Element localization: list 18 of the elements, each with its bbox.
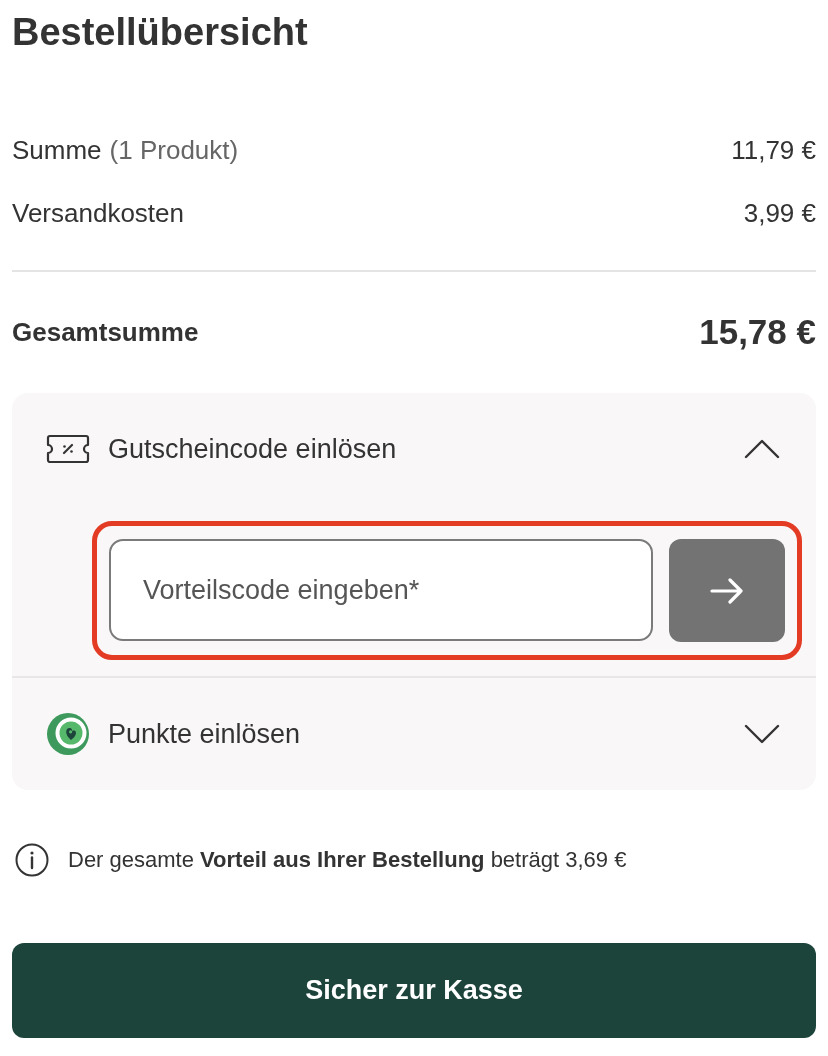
summary-label: Versandkosten <box>12 197 184 230</box>
item-count-note: (1 Produkt) <box>109 134 239 167</box>
info-icon <box>15 843 49 877</box>
accordion-header[interactable]: Gutscheincode einlösen <box>12 393 816 505</box>
submit-code-button[interactable] <box>669 539 785 642</box>
summary-amount: 11,79 € <box>731 134 816 167</box>
points-logo-icon <box>46 712 90 756</box>
accordion-header[interactable]: Punkte einlösen <box>12 678 816 790</box>
info-text: Der gesamte Vorteil aus Ihrer Bestellung beträgt 3,69 € <box>68 846 627 874</box>
page-title: Bestellübersicht <box>12 10 309 55</box>
summary-label: Summe <box>12 134 102 167</box>
total-amount: 15,78 € <box>699 311 816 353</box>
arrow-right-icon <box>710 577 744 604</box>
ticket-percent-icon <box>46 434 90 464</box>
total-label: Gesamtsumme <box>12 316 199 349</box>
checkout-button[interactable]: Sicher zur Kasse <box>12 943 816 1038</box>
summary-amount: 3,99 € <box>743 197 816 230</box>
voucher-code-field[interactable]: Vorteilscode eingeben* <box>109 539 653 641</box>
